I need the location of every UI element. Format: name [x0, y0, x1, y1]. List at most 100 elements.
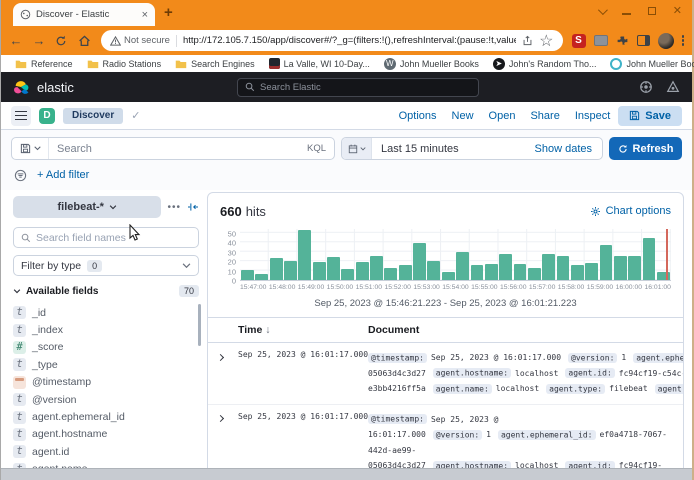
elastic-logo[interactable]: elastic	[13, 79, 74, 96]
top-nav-share[interactable]: Share	[530, 110, 559, 122]
kql-label[interactable]: KQL	[307, 143, 326, 154]
menu-hamburger-icon[interactable]	[11, 106, 31, 126]
histogram-bar	[298, 230, 311, 280]
field-item-_type[interactable]: t_type	[13, 356, 199, 373]
site-favicon	[269, 58, 280, 69]
extension-s-icon[interactable]: S	[572, 34, 586, 48]
add-filter-link[interactable]: + Add filter	[37, 169, 89, 181]
sidebar-scrollbar[interactable]	[198, 304, 201, 346]
histogram-bar	[442, 272, 455, 280]
tab-close-icon[interactable]: ×	[142, 9, 148, 21]
time-column-header[interactable]: Time ↓	[238, 324, 368, 336]
breadcrumb[interactable]: Discover	[63, 108, 123, 124]
histogram-bar	[399, 265, 412, 280]
folder-icon	[15, 59, 27, 69]
chevron-down-icon	[109, 205, 117, 210]
profile-avatar[interactable]	[658, 33, 674, 49]
close-window-button[interactable]: ✕	[673, 3, 682, 19]
histogram-bar	[270, 258, 283, 280]
histogram-bar	[413, 243, 426, 280]
space-avatar[interactable]: D	[39, 108, 55, 124]
bookmark-item[interactable]: WJohn Mueller Books	[378, 58, 485, 70]
doc-field-name[interactable]: @version:	[433, 430, 482, 440]
chart-options-button[interactable]: Chart options	[590, 205, 671, 217]
forward-icon[interactable]: →	[32, 33, 46, 48]
doc-field-name[interactable]: agent.ephemeral_id:	[498, 430, 596, 440]
top-nav-open[interactable]: Open	[489, 110, 516, 122]
browser-menu-icon[interactable]	[682, 34, 685, 48]
collapse-sidebar-icon[interactable]	[187, 202, 199, 212]
field-item-@timestamp[interactable]: @timestamp	[13, 374, 199, 391]
filter-menu-icon[interactable]	[14, 169, 27, 182]
doc-field-name[interactable]: @timestamp:	[368, 353, 427, 363]
back-icon[interactable]: ←	[9, 33, 23, 48]
field-item-_id[interactable]: t_id	[13, 304, 199, 321]
maximize-button[interactable]	[648, 2, 656, 20]
chevron-down-icon	[34, 146, 41, 151]
doc-field-name[interactable]: agent.name:	[433, 384, 492, 394]
folder-icon	[87, 59, 99, 69]
saved-query-menu-button[interactable]	[12, 138, 49, 159]
histogram-bar	[356, 262, 369, 280]
field-item-agent.ephemeral_id[interactable]: tagent.ephemeral_id	[13, 408, 199, 425]
window-menu-icon[interactable]	[598, 2, 605, 20]
extensions-puzzle-icon[interactable]	[616, 34, 629, 47]
refresh-button[interactable]: Refresh	[609, 137, 682, 160]
kql-search-input[interactable]: Search KQL	[49, 143, 334, 155]
home-icon[interactable]	[78, 34, 92, 47]
bookmark-item[interactable]: John Mueller Books...	[604, 58, 694, 70]
doc-field-name[interactable]: agent.hostname:	[433, 368, 511, 378]
chart-plot-area[interactable]	[240, 229, 671, 281]
x-axis: 15:47:0015:48:0015:49:0015:50:0015:51:00…	[240, 284, 671, 291]
index-pattern-switcher[interactable]: filebeat-*	[13, 196, 161, 218]
bookmark-item[interactable]: ➤John's Random Tho...	[487, 58, 603, 70]
doc-field-value: localhost	[496, 384, 539, 393]
minimize-button[interactable]	[622, 2, 631, 20]
share-icon[interactable]	[522, 35, 533, 46]
help-icon[interactable]	[639, 80, 653, 94]
expand-row-icon[interactable]	[212, 412, 228, 426]
side-panel-icon[interactable]	[637, 35, 650, 46]
browser-tab[interactable]: Discover - Elastic ×	[13, 3, 155, 26]
filter-by-type-select[interactable]: Filter by type 0	[13, 255, 199, 276]
field-item-_index[interactable]: t_index	[13, 321, 199, 338]
show-dates-link[interactable]: Show dates	[535, 143, 602, 155]
new-tab-button[interactable]: +	[164, 4, 173, 21]
time-range-value[interactable]: Last 15 minutes	[372, 143, 459, 155]
field-search-input[interactable]: Search field names	[13, 227, 199, 248]
doc-field-name[interactable]: @version:	[568, 353, 617, 363]
doc-field-name[interactable]: agent.version:	[655, 384, 684, 394]
field-item-_score[interactable]: #_score	[13, 339, 199, 356]
index-options-icon[interactable]: •••	[167, 202, 181, 213]
type-filter-count-badge: 0	[87, 260, 102, 272]
field-item-@version[interactable]: t@version	[13, 391, 199, 408]
extension-screenshot-icon[interactable]	[594, 35, 608, 46]
bookmark-item[interactable]: Search Engines	[169, 59, 261, 69]
security-indicator[interactable]: Not secure	[110, 35, 170, 46]
top-nav-inspect[interactable]: Inspect	[575, 110, 610, 122]
doc-field-value: 1	[486, 430, 491, 439]
available-fields-header[interactable]: Available fields 70	[13, 285, 199, 297]
bookmark-item[interactable]: Reference	[9, 59, 79, 69]
field-type-icon: t	[13, 324, 26, 337]
field-item-agent.hostname[interactable]: tagent.hostname	[13, 426, 199, 443]
bookmark-item[interactable]: La Valle, WI 10-Day...	[263, 58, 376, 69]
global-search-input[interactable]: Search Elastic	[237, 78, 479, 97]
reload-icon[interactable]	[55, 35, 69, 47]
field-item-agent.id[interactable]: tagent.id	[13, 443, 199, 460]
top-nav-new[interactable]: New	[452, 110, 474, 122]
doc-field-name[interactable]: @timestamp:	[368, 414, 427, 424]
doc-field-name[interactable]: agent.id:	[565, 368, 614, 378]
expand-row-icon[interactable]	[212, 350, 228, 364]
url-bar[interactable]: Not secure http://172.105.7.150/app/disc…	[101, 30, 563, 51]
url-text: http://172.105.7.150/app/discover#/?_g=(…	[183, 35, 516, 46]
doc-field-name[interactable]: agent.ephemeral_id:	[633, 353, 684, 363]
top-nav-options[interactable]: Options	[399, 110, 437, 122]
histogram-bar	[327, 257, 340, 280]
date-picker-button[interactable]	[342, 138, 372, 159]
alerts-icon[interactable]	[666, 80, 680, 94]
doc-field-name[interactable]: agent.type:	[546, 384, 605, 394]
bookmark-item[interactable]: Radio Stations	[81, 59, 168, 69]
save-button[interactable]: Save	[618, 106, 682, 126]
bookmark-star-icon[interactable]: ☆	[539, 31, 553, 51]
